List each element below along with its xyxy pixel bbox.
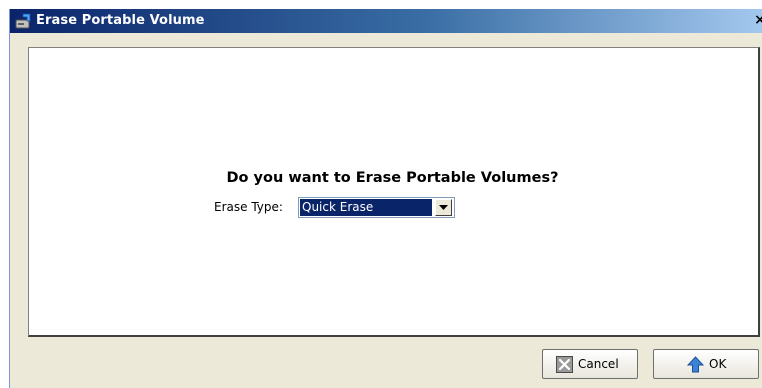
ok-button-label: OK <box>709 357 727 371</box>
cancel-button-label: Cancel <box>578 357 619 371</box>
content-panel: Do you want to Erase Portable Volumes? E… <box>28 47 760 337</box>
erase-type-selected-value[interactable]: Quick Erase <box>300 199 432 216</box>
erase-portable-volume-dialog: Erase Portable Volume × Do you want to E… <box>9 9 762 388</box>
ok-button[interactable]: OK <box>653 349 759 379</box>
confirmation-question: Do you want to Erase Portable Volumes? <box>226 170 559 186</box>
cancel-button[interactable]: Cancel <box>542 349 638 379</box>
cancel-x-icon <box>556 356 573 373</box>
title-bar[interactable]: Erase Portable Volume × <box>10 9 762 33</box>
erase-type-select[interactable]: Quick Erase <box>298 197 455 218</box>
window-title: Erase Portable Volume <box>36 13 205 28</box>
close-button[interactable]: × <box>752 12 762 29</box>
erase-type-label: Erase Type: <box>214 200 283 214</box>
up-arrow-icon <box>686 356 705 373</box>
dropdown-button[interactable] <box>435 199 452 216</box>
chevron-down-icon <box>439 205 448 210</box>
volume-icon <box>15 12 33 30</box>
